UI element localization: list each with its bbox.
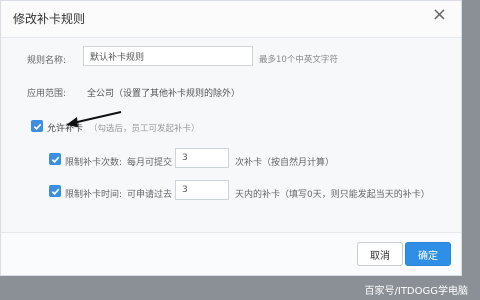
dialog-header: 修改补卡规则 ×: [1, 1, 461, 38]
check-icon: [33, 123, 41, 130]
close-icon[interactable]: ×: [432, 6, 447, 24]
watermark: 百家号/ITDOGG学电脑: [364, 286, 469, 297]
limit-time-input[interactable]: [175, 180, 229, 200]
limit-time-checkbox[interactable]: [49, 185, 61, 197]
check-icon: [51, 156, 59, 163]
limit-count-input[interactable]: [175, 148, 229, 168]
dialog-title: 修改补卡规则: [13, 12, 86, 26]
scope-value: 全公司（设置了其他补卡规则的除外）: [87, 89, 241, 99]
limit-time-prefix: 可申请过去: [127, 190, 173, 200]
limit-time-label: 限制补卡时间:: [65, 190, 123, 200]
limit-time-suffix: 天内的补卡（填写0天，则只能发起当天的补卡）: [235, 190, 430, 200]
scope-label: 应用范围:: [27, 89, 67, 99]
limit-count-prefix: 每月可提交: [127, 158, 173, 168]
allow-makeup-checkbox[interactable]: [31, 120, 43, 132]
dialog-footer: 取消 确定: [1, 232, 461, 275]
rule-name-label: 规则名称:: [27, 56, 67, 66]
edit-makeup-rule-dialog: 修改补卡规则 × 规则名称: 最多10个中英文字符 应用范围: 全公司（设置了其…: [0, 0, 462, 276]
limit-count-suffix: 次补卡（按自然月计算）: [235, 158, 335, 168]
limit-count-label: 限制补卡次数:: [65, 158, 123, 168]
check-icon: [51, 188, 59, 195]
rule-name-input[interactable]: [83, 46, 253, 66]
cancel-button[interactable]: 取消: [357, 242, 403, 266]
limit-count-checkbox[interactable]: [49, 153, 61, 165]
confirm-button[interactable]: 确定: [405, 242, 451, 266]
annotation-arrow-icon: [66, 111, 122, 127]
rule-name-hint: 最多10个中英文字符: [259, 55, 338, 65]
